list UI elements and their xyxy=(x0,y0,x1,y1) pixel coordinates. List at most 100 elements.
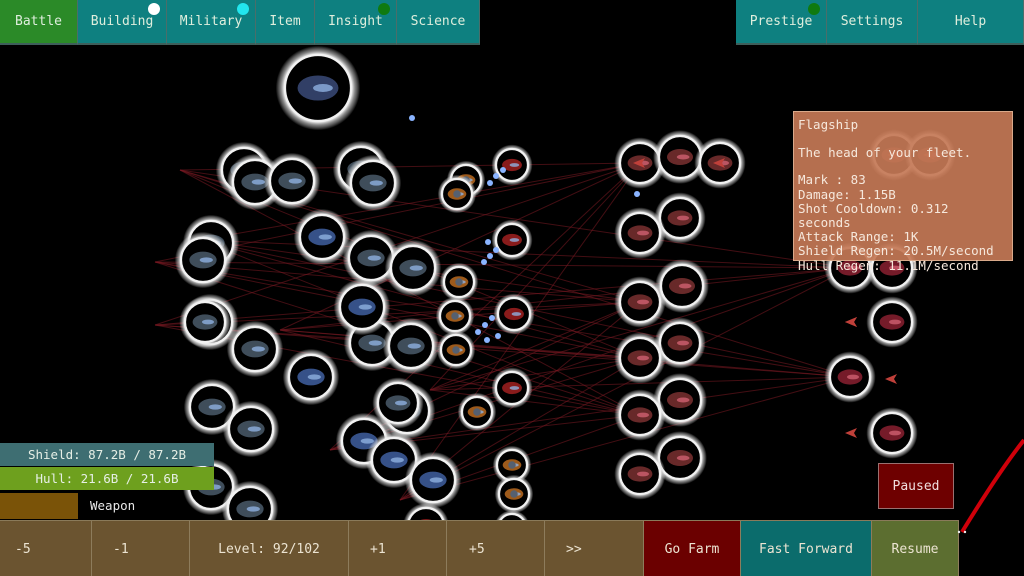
player-ship[interactable] xyxy=(263,152,321,210)
player-ship[interactable] xyxy=(333,278,391,336)
enemy-ship[interactable] xyxy=(614,332,666,384)
level-minus-1-button[interactable]: -1 xyxy=(92,521,190,576)
plasma-projectile xyxy=(493,247,499,253)
flagship[interactable] xyxy=(275,45,361,131)
enemy-ship[interactable] xyxy=(866,407,918,459)
tab-science[interactable]: Science xyxy=(397,0,480,45)
player-ship[interactable] xyxy=(491,367,533,409)
enemy-ship[interactable] xyxy=(824,351,876,403)
tab-prestige[interactable]: Prestige xyxy=(736,0,827,45)
tab-label: Building xyxy=(90,14,154,29)
tab-battle[interactable]: Battle xyxy=(0,0,78,45)
bottom-control-bar: -5 -1 Level: 92/102 +1 +5 >> Go Farm Fas… xyxy=(0,520,959,576)
enemy-fighter[interactable] xyxy=(885,374,897,384)
paused-text: Paused xyxy=(892,478,940,494)
top-nav-right: Prestige Settings Help xyxy=(736,0,1024,45)
shield-text: Shield: 87.2B / 87.2B xyxy=(27,447,187,462)
player-ship[interactable] xyxy=(382,317,440,375)
skip-level-button[interactable]: >> xyxy=(545,521,644,576)
player-ship[interactable] xyxy=(435,296,475,336)
plasma-projectile xyxy=(487,180,493,186)
tab-settings[interactable]: Settings xyxy=(827,0,918,45)
notification-dot-icon xyxy=(378,3,390,15)
tooltip-stat-hull-regen: Hull Regen: 11.1M/second xyxy=(798,257,979,273)
player-ship[interactable] xyxy=(293,208,351,266)
tab-label: Military xyxy=(179,14,243,29)
plasma-projectile xyxy=(482,322,488,328)
plasma-projectile xyxy=(500,167,506,173)
top-nav-left: Battle Building Military Item Insight Sc… xyxy=(0,0,480,45)
tab-building[interactable]: Building xyxy=(78,0,167,45)
player-ship[interactable] xyxy=(457,392,497,432)
plasma-projectile xyxy=(634,191,640,197)
plasma-projectile xyxy=(409,115,415,121)
tooltip-description: The head of your fleet. xyxy=(798,145,972,161)
plasma-projectile xyxy=(481,259,487,265)
tooltip-stat-damage: Damage: 1.15B xyxy=(798,186,896,202)
plasma-projectile xyxy=(495,333,501,339)
tooltip-stat-range: Attack Range: 1K xyxy=(798,229,919,245)
plasma-projectile xyxy=(484,337,490,343)
player-ship[interactable] xyxy=(436,330,476,370)
fast-forward-button[interactable]: Fast Forward xyxy=(741,521,872,576)
tab-label: Science xyxy=(410,14,466,29)
tab-label: Help xyxy=(954,14,987,29)
tab-insight[interactable]: Insight xyxy=(315,0,397,45)
player-ship[interactable] xyxy=(493,293,535,335)
boundary-arc xyxy=(960,438,1024,534)
plasma-projectile xyxy=(475,329,481,335)
player-ship[interactable] xyxy=(282,348,340,406)
tab-item[interactable]: Item xyxy=(256,0,315,45)
tooltip-stat-mark: Mark : 83 xyxy=(798,172,866,188)
enemy-ship[interactable] xyxy=(614,207,666,259)
ship-tooltip: Flagship The head of your fleet. Mark : … xyxy=(793,111,1013,272)
tooltip-stat-cooldown: Shot Cooldown: 0.312 seconds xyxy=(798,200,949,231)
enemy-fighter[interactable] xyxy=(845,317,857,327)
enemy-fighter[interactable] xyxy=(845,428,857,438)
tab-label: Prestige xyxy=(749,14,813,29)
shield-bar: Shield: 87.2B / 87.2B xyxy=(0,443,214,466)
ellipsis-icon xyxy=(957,530,967,534)
player-ship[interactable] xyxy=(174,231,232,289)
player-ship[interactable] xyxy=(226,320,284,378)
notification-dot-icon xyxy=(148,3,160,15)
level-display: Level: 92/102 xyxy=(190,521,349,576)
notification-dot-icon xyxy=(237,3,249,15)
player-ship[interactable] xyxy=(491,219,533,261)
player-ship[interactable] xyxy=(179,296,231,348)
notification-dot-icon xyxy=(808,3,820,15)
tab-label: Settings xyxy=(840,14,904,29)
tooltip-stat-shield-regen: Shield Regen: 20.5M/second xyxy=(798,243,994,259)
resume-button[interactable]: Resume xyxy=(872,521,959,576)
level-plus-1-button[interactable]: +1 xyxy=(349,521,447,576)
paused-indicator: Paused xyxy=(878,463,954,509)
player-ship[interactable] xyxy=(344,154,402,212)
hull-text: Hull: 21.6B / 21.6B xyxy=(35,471,179,486)
player-ship[interactable] xyxy=(439,262,479,302)
plasma-projectile xyxy=(485,239,491,245)
enemy-ship[interactable] xyxy=(866,296,918,348)
hull-bar: Hull: 21.6B / 21.6B xyxy=(0,467,214,490)
level-plus-5-button[interactable]: +5 xyxy=(447,521,545,576)
player-ship[interactable] xyxy=(494,474,534,514)
tab-military[interactable]: Military xyxy=(167,0,256,45)
tooltip-title: Flagship xyxy=(798,117,859,132)
tab-label: Item xyxy=(269,14,301,29)
tab-help[interactable]: Help xyxy=(918,0,1024,45)
tab-label: Battle xyxy=(15,14,62,29)
enemy-ship[interactable] xyxy=(614,389,666,441)
player-ship[interactable] xyxy=(437,174,477,214)
weapon-swatch xyxy=(0,493,78,519)
weapon-label: Weapon xyxy=(90,498,136,513)
enemy-ship[interactable] xyxy=(655,259,709,313)
plasma-projectile xyxy=(493,173,499,179)
tab-label: Insight xyxy=(328,14,383,29)
player-ship[interactable] xyxy=(404,451,462,509)
player-ship[interactable] xyxy=(222,400,280,458)
go-farm-button[interactable]: Go Farm xyxy=(644,521,741,576)
player-ship[interactable] xyxy=(384,239,442,297)
plasma-projectile xyxy=(489,315,495,321)
enemy-ship[interactable] xyxy=(614,448,666,500)
player-ship[interactable] xyxy=(491,144,533,186)
level-minus-5-button[interactable]: -5 xyxy=(0,521,92,576)
